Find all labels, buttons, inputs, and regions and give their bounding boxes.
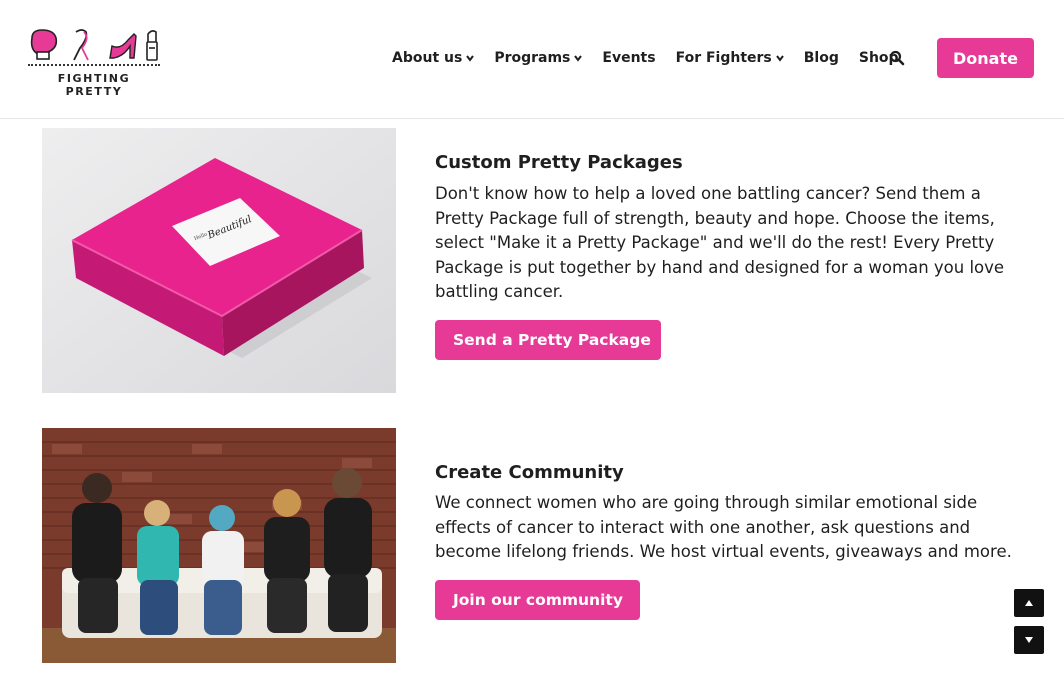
scroll-down-button[interactable]: [1014, 626, 1044, 654]
nav-item-about-us[interactable]: About us: [392, 50, 475, 66]
nav-item-label: Events: [602, 50, 656, 66]
site-header: FIGHTING PRETTY About us Programs Events…: [0, 0, 1064, 119]
search-icon[interactable]: [889, 50, 905, 66]
high-heel-icon: [109, 33, 137, 59]
nav-item-label: Programs: [494, 50, 571, 66]
arrow-down-icon: [1025, 637, 1033, 643]
chevron-down-icon: [574, 55, 583, 62]
nav-item-label: About us: [392, 50, 463, 66]
nav-item-events[interactable]: Events: [602, 50, 655, 66]
nav-item-label: For Fighters: [675, 50, 772, 66]
pretty-package-photo: Hello Beautiful: [42, 128, 396, 393]
nav-item-for-fighters[interactable]: For Fighters: [676, 50, 784, 66]
logo-wordmark: FIGHTING PRETTY: [57, 72, 131, 98]
main-nav: About us Programs Events For Fighters Bl…: [392, 46, 919, 70]
arrow-up-icon: [1025, 600, 1033, 606]
scroll-up-button[interactable]: [1014, 589, 1044, 617]
section-body-create-community: We connect women who are going through s…: [435, 493, 1012, 562]
nav-item-programs[interactable]: Programs: [494, 50, 583, 66]
section-body-custom-pretty-packages: Don't know how to help a loved one battl…: [435, 184, 1005, 302]
nav-item-blog[interactable]: Blog: [804, 50, 839, 66]
section-title-create-community: Create Community: [435, 462, 624, 483]
ribbon-icon: [73, 29, 89, 61]
community-photo: [42, 428, 396, 663]
send-pretty-package-button[interactable]: Send a Pretty Package: [435, 320, 661, 360]
chevron-down-icon: [775, 55, 784, 62]
donate-button[interactable]: Donate: [937, 38, 1034, 78]
fighting-pretty-logo[interactable]: FIGHTING PRETTY: [28, 28, 160, 98]
nav-item-label: Blog: [803, 50, 839, 66]
join-community-button[interactable]: Join our community: [435, 580, 640, 620]
chevron-down-icon: [466, 55, 475, 62]
section-title-custom-pretty-packages: Custom Pretty Packages: [435, 152, 683, 173]
logo-divider: [28, 64, 160, 66]
group-of-women-image: [42, 428, 396, 663]
boxing-glove-icon: [30, 29, 58, 60]
lipstick-icon: [146, 30, 158, 61]
pink-box-image: HelloBeautiful: [42, 128, 396, 393]
logo-icons: [30, 29, 158, 61]
